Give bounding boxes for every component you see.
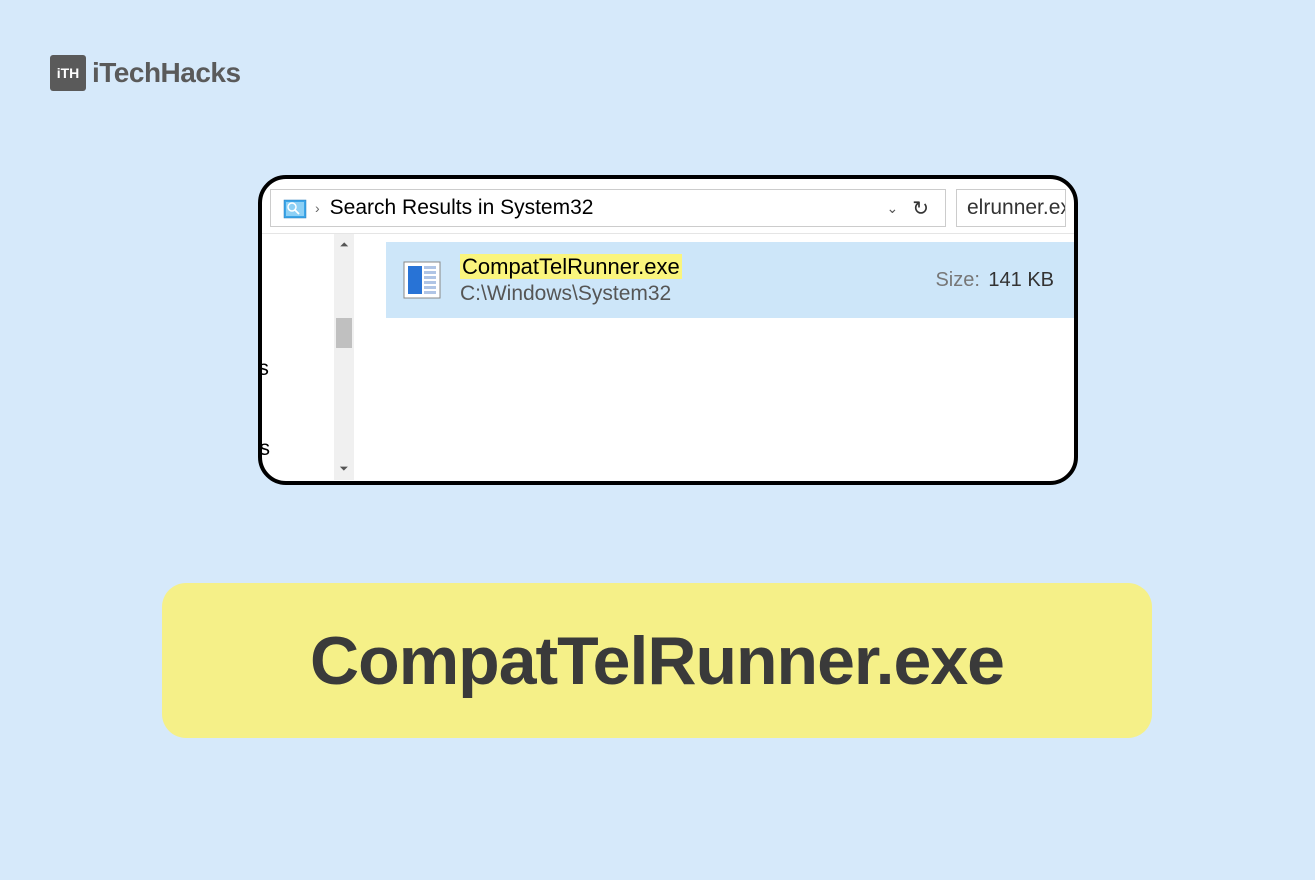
title-text: CompatTelRunner.exe <box>310 622 1004 700</box>
scroll-thumb[interactable] <box>336 318 352 348</box>
brand-logo-text: iTH <box>57 65 80 81</box>
explorer-window: › Search Results in System32 ⌄ ↻ elrunne… <box>258 175 1078 485</box>
file-path: C:\Windows\System32 <box>460 282 919 306</box>
file-name: CompatTelRunner.exe <box>460 254 682 279</box>
address-dropdown-icon[interactable]: ⌄ <box>881 200 905 217</box>
title-banner: CompatTelRunner.exe <box>162 583 1152 738</box>
scroll-up-icon[interactable]: ⏶ <box>334 236 354 254</box>
brand-watermark: iTH iTechHacks <box>50 55 241 91</box>
refresh-button[interactable]: ↻ <box>904 196 937 221</box>
content-area: cts nts ⏶ ⏷ <box>262 234 1074 480</box>
navigation-pane: cts nts ⏶ ⏷ <box>262 234 354 480</box>
breadcrumb-text: Search Results in System32 <box>330 196 881 220</box>
file-size: Size: 141 KB <box>935 269 1054 292</box>
search-folder-icon <box>283 197 307 219</box>
scroll-down-icon[interactable]: ⏷ <box>334 460 354 478</box>
file-info: CompatTelRunner.exe C:\Windows\System32 <box>460 254 919 306</box>
file-size-value: 141 KB <box>988 269 1054 291</box>
search-result-item[interactable]: CompatTelRunner.exe C:\Windows\System32 … <box>386 242 1074 318</box>
search-query-text: elrunner.ex <box>967 196 1066 220</box>
search-input[interactable]: elrunner.ex <box>956 189 1066 227</box>
results-pane: CompatTelRunner.exe C:\Windows\System32 … <box>354 234 1074 480</box>
address-bar[interactable]: › Search Results in System32 ⌄ ↻ <box>270 189 946 227</box>
brand-name: iTechHacks <box>92 57 241 89</box>
brand-logo-icon: iTH <box>50 55 86 91</box>
file-size-label: Size: <box>935 269 979 291</box>
nav-item[interactable]: nts <box>262 437 270 461</box>
address-bar-row: › Search Results in System32 ⌄ ↻ elrunne… <box>262 179 1074 234</box>
nav-item[interactable]: cts <box>262 357 269 381</box>
nav-scrollbar[interactable]: ⏶ ⏷ <box>334 234 354 480</box>
breadcrumb-separator-icon: › <box>315 200 320 216</box>
executable-file-icon <box>400 258 444 302</box>
